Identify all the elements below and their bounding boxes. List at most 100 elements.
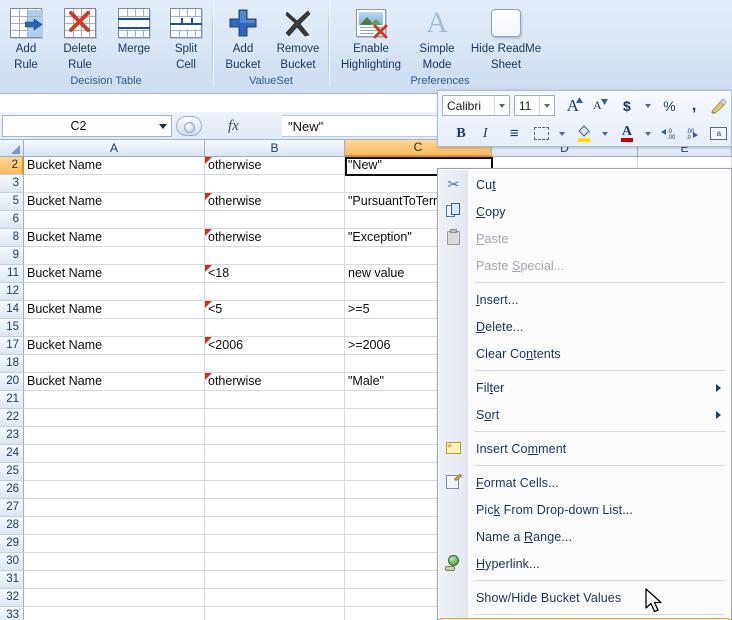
name-box[interactable]: C2 [2, 115, 172, 137]
menu-item-show-hide-bucket-values[interactable]: Show/Hide Bucket Values [438, 584, 731, 611]
cell-A17[interactable]: Bucket Name [24, 337, 205, 355]
menu-item-format-cells[interactable]: Format Cells... [438, 469, 731, 496]
cell-B18[interactable] [205, 355, 345, 373]
font-color-dropdown-icon[interactable] [640, 122, 656, 145]
cell-B24[interactable] [205, 445, 345, 463]
cell-B26[interactable] [205, 481, 345, 499]
cell-B32[interactable] [205, 589, 345, 607]
font-color-button[interactable]: A [616, 122, 638, 145]
row-header-14[interactable]: 14 [0, 301, 24, 319]
increase-indent-button[interactable]: a [708, 122, 730, 145]
borders-button[interactable] [530, 122, 552, 145]
row-header-26[interactable]: 26 [0, 481, 24, 499]
bold-button[interactable]: B [450, 122, 472, 145]
cell-A27[interactable] [24, 499, 205, 517]
cell-B21[interactable] [205, 391, 345, 409]
cell-A11[interactable]: Bucket Name [24, 265, 205, 283]
fill-color-dropdown-icon[interactable] [597, 122, 613, 145]
cell-B15[interactable] [205, 319, 345, 337]
cell-A30[interactable] [24, 553, 205, 571]
cell-A6[interactable] [24, 211, 205, 229]
row-header-15[interactable]: 15 [0, 319, 24, 337]
row-header-25[interactable]: 25 [0, 463, 24, 481]
cell-B33[interactable] [205, 607, 345, 620]
cell-A24[interactable] [24, 445, 205, 463]
cell-A20[interactable]: Bucket Name [24, 373, 205, 391]
delete-rule-button[interactable]: Delete Rule [52, 2, 108, 72]
simple-mode-button[interactable]: A Simple Mode [408, 2, 466, 72]
menu-item-pick-from-dropdown[interactable]: Pick From Drop-down List... [438, 496, 731, 523]
cell-A21[interactable] [24, 391, 205, 409]
cell-A28[interactable] [24, 517, 205, 535]
menu-item-hyperlink[interactable]: Hyperlink... [438, 550, 731, 577]
cell-B3[interactable] [205, 175, 345, 193]
cell-A5[interactable]: Bucket Name [24, 193, 205, 211]
format-painter-button[interactable] [707, 94, 730, 117]
row-header-28[interactable]: 28 [0, 517, 24, 535]
row-header-2[interactable]: 2 [0, 157, 24, 175]
font-name-dropdown-icon[interactable] [493, 96, 509, 115]
cell-B6[interactable] [205, 211, 345, 229]
cell-A14[interactable]: Bucket Name [24, 301, 205, 319]
cell-A2[interactable]: Bucket Name [24, 157, 205, 175]
menu-item-delete[interactable]: Delete... [438, 313, 731, 340]
row-header-11[interactable]: 11 [0, 265, 24, 283]
fx-icon[interactable]: fx [228, 118, 239, 135]
cell-B8[interactable]: otherwise [205, 229, 345, 247]
split-cell-button[interactable]: Split Cell [160, 2, 212, 72]
insert-function-round-button[interactable] [176, 116, 202, 136]
menu-item-clear-contents[interactable]: Clear Contents [438, 340, 731, 367]
cell-A31[interactable] [24, 571, 205, 589]
cell-A32[interactable] [24, 589, 205, 607]
cell-B29[interactable] [205, 535, 345, 553]
row-header-27[interactable]: 27 [0, 499, 24, 517]
cell-B25[interactable] [205, 463, 345, 481]
enable-highlighting-button[interactable]: Enable Highlighting [334, 2, 408, 72]
fill-color-button[interactable] [573, 122, 595, 145]
row-header-8[interactable]: 8 [0, 229, 24, 247]
cell-B27[interactable] [205, 499, 345, 517]
borders-dropdown-icon[interactable] [554, 122, 570, 145]
cell-A26[interactable] [24, 481, 205, 499]
cell-B20[interactable]: otherwise [205, 373, 345, 391]
merge-button[interactable]: Merge [108, 2, 160, 59]
cell-A8[interactable]: Bucket Name [24, 229, 205, 247]
row-header-17[interactable]: 17 [0, 337, 24, 355]
name-box-dropdown-icon[interactable] [154, 123, 171, 129]
menu-item-filter[interactable]: Filter [438, 374, 731, 401]
column-header-a[interactable]: A [24, 140, 205, 157]
row-header-32[interactable]: 32 [0, 589, 24, 607]
font-size-combo[interactable]: 11 [513, 95, 556, 116]
cell-B22[interactable] [205, 409, 345, 427]
menu-item-sort[interactable]: Sort [438, 401, 731, 428]
cell-A33[interactable] [24, 607, 205, 620]
cell-B2[interactable]: otherwise [205, 157, 345, 175]
row-header-3[interactable]: 3 [0, 175, 24, 193]
accounting-format-dropdown-icon[interactable] [640, 94, 656, 117]
row-header-6[interactable]: 6 [0, 211, 24, 229]
row-header-12[interactable]: 12 [0, 283, 24, 301]
percent-style-button[interactable]: % [658, 94, 681, 117]
increase-decimal-button[interactable]: .00 .0 [683, 122, 705, 145]
italic-button[interactable]: I [474, 122, 496, 145]
cell-B9[interactable] [205, 247, 345, 265]
font-size-dropdown-icon[interactable] [539, 96, 554, 115]
cell-A15[interactable] [24, 319, 205, 337]
cell-A18[interactable] [24, 355, 205, 373]
row-header-20[interactable]: 20 [0, 373, 24, 391]
cell-B30[interactable] [205, 553, 345, 571]
cell-A22[interactable] [24, 409, 205, 427]
menu-item-insert-comment[interactable]: ✦ Insert Comment [438, 435, 731, 462]
cell-B23[interactable] [205, 427, 345, 445]
cell-A3[interactable] [24, 175, 205, 193]
remove-bucket-button[interactable]: Remove Bucket [270, 2, 326, 72]
menu-item-copy[interactable]: Copy [438, 198, 731, 225]
row-header-31[interactable]: 31 [0, 571, 24, 589]
hide-readme-sheet-button[interactable]: Hide ReadMe Sheet [466, 2, 546, 72]
cell-B31[interactable] [205, 571, 345, 589]
row-header-23[interactable]: 23 [0, 427, 24, 445]
row-header-30[interactable]: 30 [0, 553, 24, 571]
cell-B28[interactable] [205, 517, 345, 535]
add-rule-button[interactable]: Add Rule [0, 2, 52, 72]
shrink-font-button[interactable]: A [586, 94, 609, 117]
